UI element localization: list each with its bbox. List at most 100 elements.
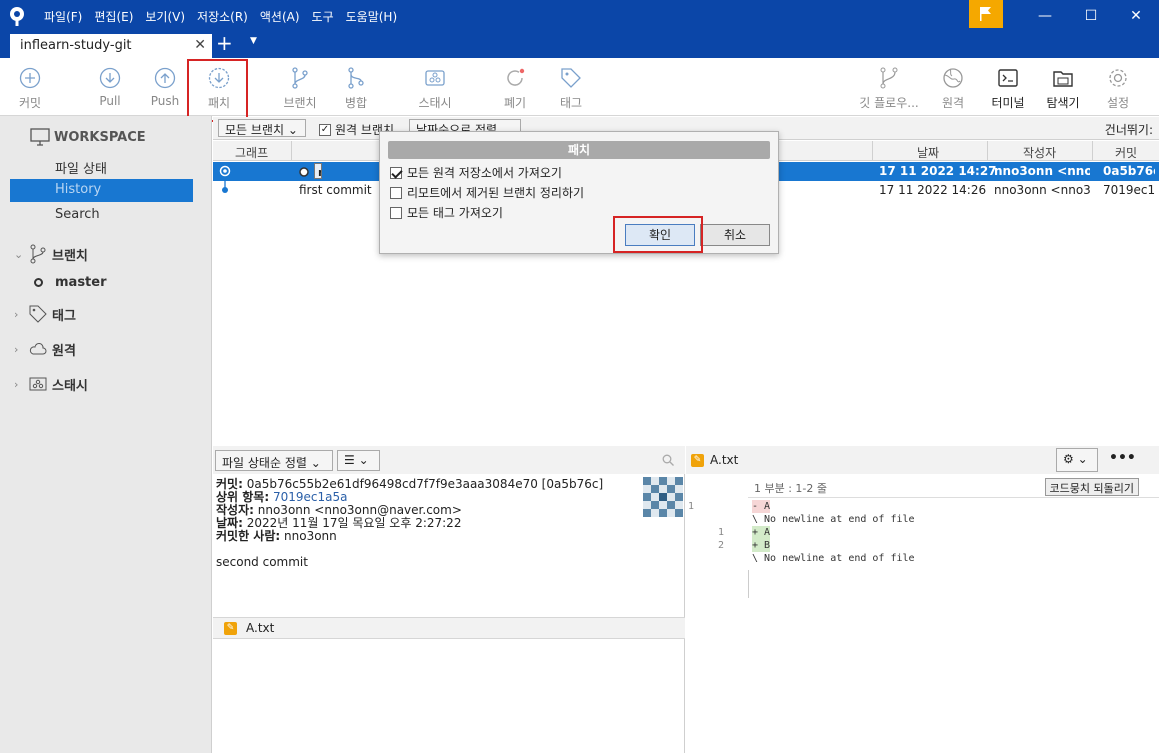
diff-pane: ✎ A.txt ⚙ ⌄ ••• 1 부분 : 1-2 줄 코드뭉치 되돌리기 1… [686, 446, 1159, 753]
close-window-button[interactable]: ✕ [1113, 0, 1159, 32]
commit-full-hash: 0a5b76c55b2e61df96498cd7f7f9e3aaa3084e70… [246, 477, 604, 491]
checkbox-unchecked-icon [390, 186, 402, 199]
menu-actions[interactable]: 액션(A) [260, 8, 300, 25]
avatar [643, 477, 683, 517]
new-tab-button[interactable]: + [216, 31, 236, 55]
col-commit[interactable]: 커밋 [1115, 144, 1137, 161]
revert-hunk-button[interactable]: 코드뭉치 되돌리기 [1044, 478, 1139, 496]
tab-title: inflearn-study-git [20, 38, 132, 53]
globe-icon [943, 68, 963, 88]
sidebar-item-file-status[interactable]: 파일 상태 [10, 155, 193, 178]
current-branch-icon [34, 278, 43, 287]
view-mode-dropdown[interactable]: ☰ ⌄ [337, 450, 380, 471]
chevron-right-icon: › [14, 307, 19, 321]
commit-date: 17 11 2022 14:27 [879, 164, 997, 178]
gitflow-button[interactable]: 깃 플로우... [858, 66, 920, 111]
list-icon: ☰ [344, 453, 355, 467]
chevron-right-icon: › [14, 377, 19, 391]
pull-button[interactable]: Pull [94, 66, 126, 108]
skip-label: 건너뛰기: [1104, 123, 1153, 137]
commit-icon [19, 67, 41, 89]
terminal-icon [998, 69, 1018, 87]
graph-node-icon [222, 179, 228, 193]
gear-icon: ⚙ [1063, 452, 1074, 466]
maximize-button[interactable]: ☐ [1068, 0, 1114, 32]
workspace-header: WORKSPACE [30, 128, 146, 146]
pull-icon [99, 67, 121, 89]
branch-icon [30, 244, 46, 264]
maximize-icon: ☐ [1084, 8, 1098, 24]
commit-button[interactable]: 커밋 [14, 66, 46, 111]
cancel-button[interactable]: 취소 [700, 224, 770, 246]
explorer-button[interactable]: 탐색기 [1043, 66, 1083, 111]
col-graph[interactable]: 그래프 [235, 144, 268, 161]
sidebar-item-history[interactable]: History [10, 179, 193, 202]
chevron-down-icon: ▼ [250, 36, 257, 46]
search-icon[interactable] [662, 454, 674, 466]
chevron-down-icon: ⌄ [14, 247, 24, 261]
sidebar-branch-master[interactable]: master [34, 275, 107, 290]
branch-button[interactable]: 브랜치 [280, 66, 320, 111]
menu-bar: 파일(F) 편집(E) 보기(V) 저장소(R) 액션(A) 도구 도움말(H) [44, 0, 409, 32]
commit-author: nno3onn <nno3onn@naver.com> [994, 164, 1090, 178]
more-options-icon[interactable]: ••• [1109, 450, 1136, 466]
tag-button[interactable]: 태그 [556, 66, 586, 111]
diff-line: \ No newline at end of file [752, 514, 915, 525]
discard-icon [507, 68, 525, 86]
discard-button[interactable]: 폐기 [500, 66, 530, 111]
monitor-icon [30, 128, 50, 146]
sidebar-section-tags[interactable]: › 태그 [14, 304, 76, 324]
commit-hash: 7019ec1 [1103, 183, 1155, 197]
details-toolbar: 파일 상태순 정렬 ⌄ ☰ ⌄ [213, 446, 685, 474]
checkbox-checked-icon: ✓ [319, 123, 331, 136]
tab-close-icon[interactable]: ✕ [194, 37, 206, 53]
file-sort-dropdown[interactable]: 파일 상태순 정렬 ⌄ [215, 450, 333, 471]
parent-commit-link[interactable]: 7019ec1a5a [273, 490, 348, 504]
tab-repository[interactable]: inflearn-study-git ✕ [10, 34, 212, 58]
commit-author: nno3onn <nno3onn@naver.com> [994, 183, 1090, 197]
chevron-right-icon: › [14, 342, 19, 356]
branch-label-badge: master [314, 163, 322, 179]
merge-button[interactable]: 병합 [340, 66, 372, 111]
folder-icon [1053, 71, 1073, 87]
stash-button[interactable]: 스태시 [414, 66, 456, 111]
terminal-button[interactable]: 터미널 [988, 66, 1028, 111]
sidebar-section-remotes[interactable]: › 원격 [14, 339, 76, 359]
diff-options-dropdown[interactable]: ⚙ ⌄ [1056, 448, 1098, 472]
sidebar-section-stashes[interactable]: › 스태시 [14, 374, 88, 394]
flag-button[interactable] [969, 0, 1003, 28]
menu-file[interactable]: 파일(F) [44, 8, 82, 25]
col-date[interactable]: 날짜 [917, 144, 939, 161]
tab-dropdown-button[interactable]: ▼ [250, 36, 257, 46]
diff-file-name: A.txt [710, 453, 739, 467]
stash-icon [425, 70, 445, 86]
branch-filter-dropdown[interactable]: 모든 브랜치 ⌄ [218, 119, 306, 137]
diff-toolbar: ✎ A.txt ⚙ ⌄ ••• [686, 446, 1159, 474]
diff-line: 1- A [688, 500, 771, 513]
menu-edit[interactable]: 편집(E) [94, 8, 133, 25]
fetch-all-tags-checkbox[interactable]: 모든 태그 가져오기 [390, 204, 503, 221]
ok-highlight-box [613, 216, 703, 253]
sidebar-item-search[interactable]: Search [10, 204, 193, 227]
push-button[interactable]: Push [148, 66, 182, 108]
menu-repository[interactable]: 저장소(R) [197, 8, 248, 25]
diff-lines: 1- A \ No newline at end of file 1 + A 2 +… [686, 500, 1159, 570]
commit-date: 17 11 2022 14:26 [879, 183, 987, 197]
menu-tools[interactable]: 도구 [312, 8, 334, 25]
close-icon: ✕ [1130, 8, 1142, 24]
settings-button[interactable]: 설정 [1103, 66, 1133, 111]
gutter-divider [748, 570, 749, 598]
remote-button[interactable]: 원격 [938, 66, 968, 111]
col-author[interactable]: 작성자 [1023, 144, 1056, 161]
plus-icon: + [216, 31, 233, 55]
commit-hash: 0a5b76c [1103, 164, 1155, 178]
menu-help[interactable]: 도움말(H) [346, 8, 398, 25]
changed-file-row[interactable]: ✎ A.txt [213, 617, 685, 639]
menu-view[interactable]: 보기(V) [145, 8, 185, 25]
minimize-button[interactable]: — [1022, 0, 1068, 32]
sidebar-section-branches[interactable]: ⌄ 브랜치 [14, 244, 88, 264]
committer-value: nno3onn [284, 529, 337, 543]
prune-branches-checkbox[interactable]: 리모트에서 제거된 브랜치 정리하기 [390, 184, 584, 201]
commit-message-body: second commit [216, 555, 308, 569]
fetch-all-remotes-checkbox[interactable]: 모든 원격 저장소에서 가져오기 [390, 164, 562, 181]
